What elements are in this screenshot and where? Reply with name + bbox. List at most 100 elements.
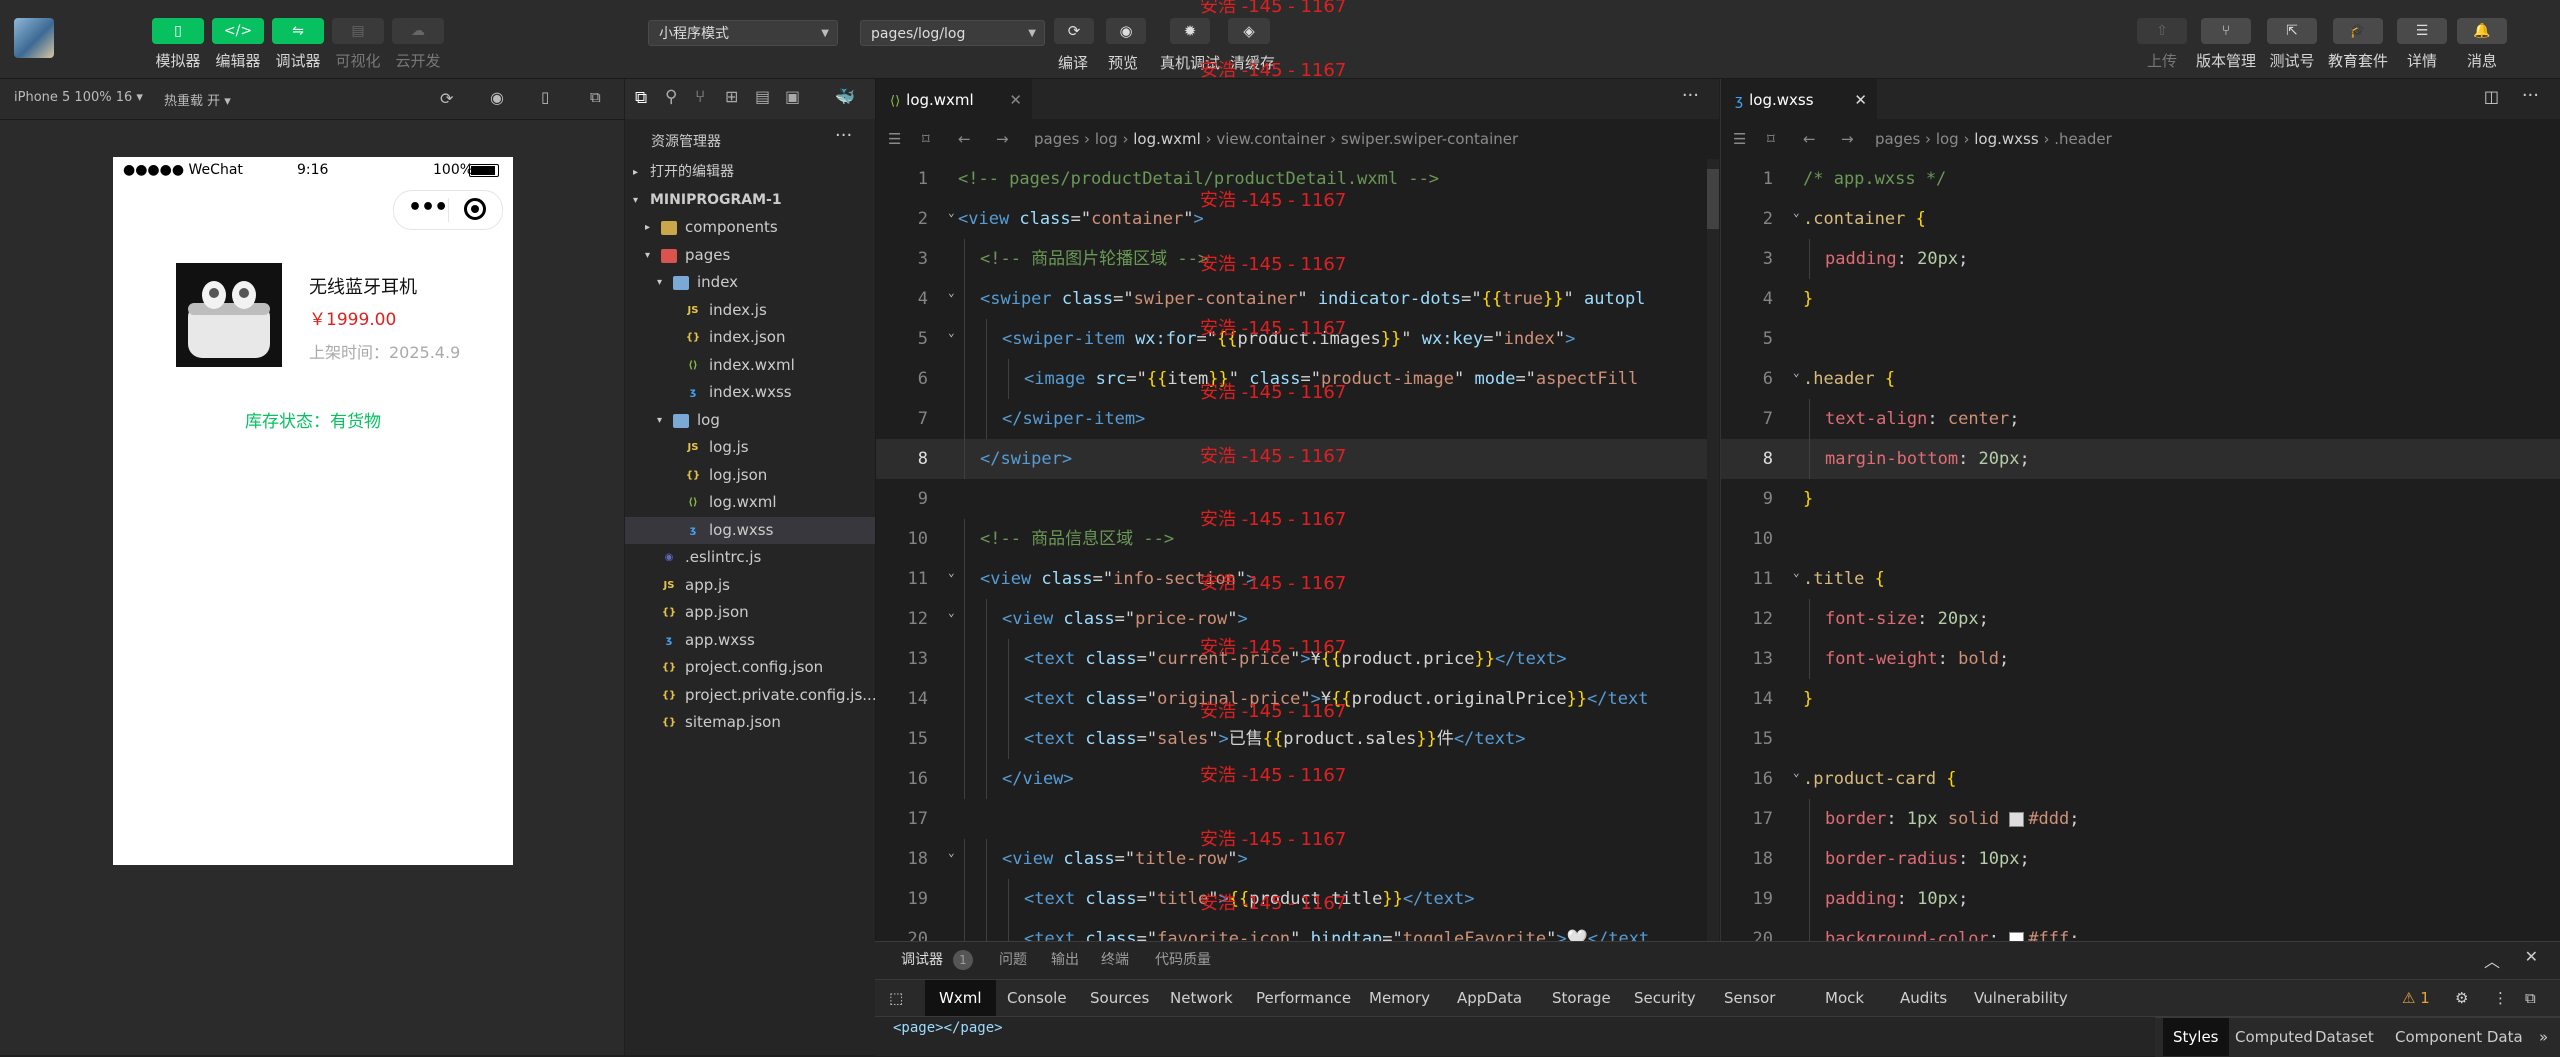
- breadcrumb-item[interactable]: pages: [1034, 130, 1079, 148]
- tree-item[interactable]: JS app.js: [625, 572, 875, 600]
- code-area[interactable]: 1/* app.wxss */2 ⌄ .container {3 padding: 2…: [1721, 159, 2560, 941]
- devtools-tab-security[interactable]: Security: [1634, 980, 1696, 1016]
- devtools-tab-network[interactable]: Network: [1170, 980, 1233, 1016]
- more-icon[interactable]: ···: [1682, 85, 1699, 106]
- tab-log-wxss[interactable]: ʒ log.wxss ✕: [1721, 79, 1877, 120]
- panel-icon[interactable]: ▣: [785, 87, 800, 106]
- tree-item[interactable]: ʒ index.wxss: [625, 379, 875, 407]
- breadcrumb-item[interactable]: swiper.swiper-container: [1341, 130, 1518, 148]
- code-line[interactable]: 2 ⌄ .container {: [1721, 199, 2560, 239]
- tree-item[interactable]: {} index.json: [625, 324, 875, 352]
- toolbar-button-phone[interactable]: ▯ 模拟器: [152, 18, 204, 80]
- tree-item[interactable]: ▾ pages: [625, 242, 875, 270]
- fold-chevron-icon[interactable]: ⌄: [1793, 753, 1800, 793]
- toolbar-button-bell[interactable]: 🔔 消息: [2456, 18, 2508, 80]
- debugger-tab[interactable]: 代码质量: [1155, 942, 1211, 978]
- code-line[interactable]: 5: [1721, 319, 2560, 359]
- code-line[interactable]: 20 <text class="favorite-icon" bindtap="t…: [876, 919, 1719, 941]
- fold-chevron-icon[interactable]: ⌄: [1793, 353, 1800, 393]
- breadcrumb-item[interactable]: log: [1936, 130, 1959, 148]
- debugger-tab[interactable]: 终端: [1101, 942, 1129, 978]
- toolbar-button-layout[interactable]: ▤ 可视化: [332, 18, 384, 80]
- tree-item[interactable]: ⟨⟩ index.wxml: [625, 352, 875, 380]
- code-line[interactable]: 6 ⌄ .header {: [1721, 359, 2560, 399]
- tree-item[interactable]: ⟨⟩ log.wxml: [625, 489, 875, 517]
- code-line[interactable]: 14}: [1721, 679, 2560, 719]
- popout-icon[interactable]: ⧉: [590, 88, 601, 106]
- tree-item[interactable]: ◉ .eslintrc.js: [625, 544, 875, 572]
- fold-chevron-icon[interactable]: ⌄: [1793, 553, 1800, 593]
- tree-item[interactable]: ʒ app.wxss: [625, 627, 875, 655]
- code-line[interactable]: 13 font-weight: bold;: [1721, 639, 2560, 679]
- fold-chevron-icon[interactable]: ⌄: [948, 273, 955, 313]
- breadcrumb-item[interactable]: view.container: [1216, 130, 1325, 148]
- debugger-tab[interactable]: 问题: [999, 942, 1027, 978]
- devtools-tab-appdata[interactable]: AppData: [1457, 980, 1522, 1016]
- devtools-tab-vulnerability[interactable]: Vulnerability: [1974, 980, 2068, 1016]
- tree-item[interactable]: {} project.private.config.js...: [625, 682, 877, 710]
- breadcrumb-item[interactable]: log: [1095, 130, 1118, 148]
- devtools-tab-mock[interactable]: Mock: [1825, 980, 1864, 1016]
- devtools-tab-audits[interactable]: Audits: [1900, 980, 1947, 1016]
- close-mini-icon[interactable]: [464, 198, 486, 220]
- tree-item[interactable]: ▾ log: [625, 407, 875, 435]
- search-icon[interactable]: ⚲: [665, 87, 677, 107]
- extensions-icon[interactable]: ⊞: [725, 87, 738, 106]
- more-icon[interactable]: ···: [835, 125, 852, 146]
- files-icon[interactable]: ⧉: [635, 88, 647, 108]
- devtools-tab-wxml[interactable]: Wxml: [925, 980, 996, 1016]
- code-line[interactable]: 10: [1721, 519, 2560, 559]
- back-arrow-icon[interactable]: ←: [958, 119, 971, 159]
- code-line[interactable]: 15 <text class="sales">已售{{product.sales}…: [876, 719, 1719, 759]
- toolbar-button-cloud[interactable]: ☁ 云开发: [392, 18, 444, 80]
- code-line[interactable]: 17 border: 1px solid #ddd;: [1721, 799, 2560, 839]
- fold-chevron-icon[interactable]: ⌄: [1793, 193, 1800, 233]
- fold-chevron-icon[interactable]: ⌄: [948, 313, 955, 353]
- more-icon[interactable]: •••: [408, 195, 448, 220]
- list-icon[interactable]: ☰: [1733, 119, 1746, 159]
- breadcrumb-item[interactable]: log.wxss: [1974, 130, 2038, 148]
- code-line[interactable]: 3 padding: 20px;: [1721, 239, 2560, 279]
- list-icon[interactable]: ☰: [888, 119, 901, 159]
- toolbar-button-eye[interactable]: ◉: [1106, 18, 1146, 44]
- bookmark-icon[interactable]: ⌑: [922, 119, 930, 159]
- scrollbar-thumb[interactable]: [1707, 169, 1719, 229]
- close-icon[interactable]: ✕: [2525, 947, 2538, 966]
- dock-icon[interactable]: ⧉: [2525, 980, 2536, 1016]
- tree-item[interactable]: JS log.js: [625, 434, 875, 462]
- code-line[interactable]: 15: [1721, 719, 2560, 759]
- inspect-icon[interactable]: ⬚: [889, 980, 903, 1016]
- toolbar-button-branch[interactable]: ⑂ 版本管理: [2196, 18, 2256, 80]
- docker-icon[interactable]: 🐳: [835, 87, 855, 106]
- breadcrumb-item[interactable]: .header: [2054, 130, 2112, 148]
- split-editor-icon[interactable]: ◫: [2484, 87, 2499, 106]
- forward-arrow-icon[interactable]: →: [1841, 119, 1854, 159]
- collapse-icon[interactable]: ︿: [2484, 948, 2500, 972]
- breadcrumb-item[interactable]: pages: [1875, 130, 1920, 148]
- tree-item[interactable]: JS index.js: [625, 297, 875, 325]
- toolbar-button-refresh[interactable]: ⟳: [1054, 18, 1094, 44]
- toolbar-button-debug[interactable]: ⇋ 调试器: [272, 18, 324, 80]
- toolbar-button-graduation[interactable]: 🎓 教育套件: [2328, 18, 2388, 80]
- devtools-tab-performance[interactable]: Performance: [1256, 980, 1351, 1016]
- phone-icon[interactable]: ▯: [541, 88, 549, 106]
- devtools-tab-storage[interactable]: Storage: [1552, 980, 1611, 1016]
- forward-arrow-icon[interactable]: →: [996, 119, 1009, 159]
- fold-chevron-icon[interactable]: ⌄: [948, 553, 955, 593]
- code-line[interactable]: 8 margin-bottom: 20px;: [1721, 439, 2560, 479]
- close-icon[interactable]: ✕: [1854, 80, 1867, 120]
- more-icon[interactable]: ···: [2522, 85, 2539, 106]
- devtools-tab-console[interactable]: Console: [1007, 980, 1067, 1016]
- fold-chevron-icon[interactable]: ⌄: [948, 193, 955, 233]
- tree-item[interactable]: ▾ index: [625, 269, 875, 297]
- hot-reload-select[interactable]: 热重载 开 ▾: [164, 90, 231, 109]
- mode-select[interactable]: 小程序模式 ▼: [648, 20, 838, 46]
- code-line[interactable]: 7 </swiper-item>: [876, 399, 1719, 439]
- chevron-right-double-icon[interactable]: »: [2539, 1018, 2548, 1056]
- toolbar-button-bug[interactable]: ✹: [1170, 18, 1210, 44]
- source-control-icon[interactable]: ⑂: [695, 87, 705, 107]
- page-select[interactable]: pages/log/log ▼: [860, 20, 1045, 46]
- bookmark-icon[interactable]: ⌑: [1767, 119, 1775, 159]
- devtools-tab-memory[interactable]: Memory: [1369, 980, 1430, 1016]
- toolbar-button-external[interactable]: ⇱ 测试号: [2266, 18, 2318, 80]
